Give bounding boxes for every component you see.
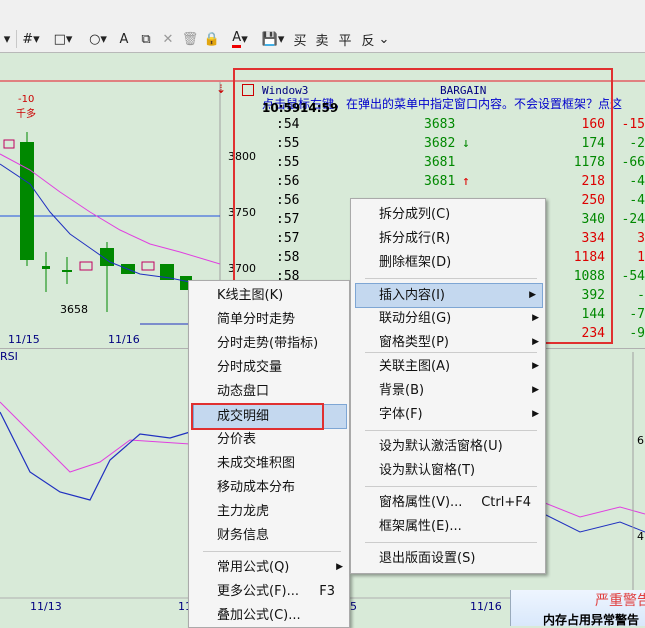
menu-item-price-table[interactable]: 分价表 (189, 428, 349, 451)
menu-item-split-rows[interactable]: 拆分成行(R) (351, 227, 545, 250)
menu-item-link-group[interactable]: 联动分组(G) ▶ (351, 307, 545, 330)
submenu-arrow-icon: ▶ (532, 313, 539, 323)
lock-icon[interactable]: 🔒 (203, 29, 221, 49)
more-icon[interactable]: ⌄ (378, 29, 390, 49)
rsi-axis-label: 4 (637, 530, 644, 543)
menu-item-financial-info[interactable]: 财务信息 (189, 524, 349, 547)
trash-icon[interactable]: 🗑 (181, 29, 199, 49)
menu-separator (365, 352, 537, 353)
menu-item-pane-type[interactable]: 窗格类型(P) ▶ (351, 331, 545, 354)
menu-separator (365, 486, 537, 487)
rsi-axis-label: 6 (637, 434, 644, 447)
menu-item-kline[interactable]: K线主图(K) (189, 284, 349, 307)
delete-icon[interactable]: ✕ (159, 29, 177, 49)
color-icon[interactable]: A ▾ (226, 29, 254, 49)
toolbar: ▾ #▾ □▾ ○▾ A ⧉ ✕ 🗑 🔒 A ▾ 💾▾ 买 卖 平 反 ⌄ (0, 0, 645, 53)
menu-item-frame-properties[interactable]: 框架属性(E)... (351, 515, 545, 538)
submenu-arrow-icon: ▶ (532, 337, 539, 347)
menu-item-pane-properties[interactable]: 窗格属性(V)... Ctrl+F4 (351, 491, 545, 514)
menu-item-main-force[interactable]: 主力龙虎 (189, 500, 349, 523)
menu-item-default-active-pane[interactable]: 设为默认激活窗格(U) (351, 435, 545, 458)
menu-item-delete-frame[interactable]: 删除框架(D) (351, 251, 545, 274)
x-axis-label: 11/15 (8, 333, 40, 346)
menu-item-cost-distribution[interactable]: 移动成本分布 (189, 476, 349, 499)
menu-item-font[interactable]: 字体(F) ▶ (351, 403, 545, 426)
menu-item-insert-content[interactable]: 插入内容(I) ▶ (355, 283, 543, 308)
circle-icon[interactable]: ○▾ (84, 29, 112, 49)
copy-icon[interactable]: ⧉ (137, 29, 155, 49)
submenu-arrow-icon: ▶ (532, 409, 539, 419)
x-axis-label: 11/16 (108, 333, 140, 346)
content-submenu: K线主图(K) 简单分时走势 分时走势(带指标) 分时成交量 动态盘口 成交明细… (188, 280, 350, 628)
submenu-arrow-icon: ▶ (336, 562, 343, 572)
grid-icon[interactable]: #▾ (19, 29, 43, 49)
menu-item-link-main-chart[interactable]: 关联主图(A) ▶ (351, 355, 545, 378)
menu-item-split-columns[interactable]: 拆分成列(C) (351, 203, 545, 226)
toast-message: 内存占用异常警告 (543, 613, 640, 627)
text-icon[interactable]: A (116, 29, 132, 49)
low-price-label: 3658 (60, 303, 88, 316)
sell-button[interactable]: 卖 (313, 29, 331, 49)
menu-separator (365, 278, 537, 279)
menu-item-default-pane[interactable]: 设为默认窗格(T) (351, 459, 545, 482)
menu-item-common-formula[interactable]: 常用公式(Q) ▶ (189, 556, 349, 579)
menu-separator (203, 551, 341, 552)
lower-x-axis-label: 11/16 (470, 600, 502, 613)
rsi-label: RSI (0, 350, 18, 363)
menu-separator (365, 430, 537, 431)
menu-item-simple-timeshare[interactable]: 简单分时走势 (189, 308, 349, 331)
peak-sub-label: 千多 (16, 109, 36, 120)
menu-item-pending-pile[interactable]: 未成交堆积图 (189, 452, 349, 475)
align-icon[interactable]: ▾ (0, 29, 14, 49)
buy-button[interactable]: 买 (291, 29, 309, 49)
menu-item-timeshare-indicator[interactable]: 分时走势(带指标) (189, 332, 349, 355)
peak-label: -10 (18, 94, 35, 105)
menu-item-annotation-box (191, 403, 324, 430)
lower-x-axis-label: 5 (350, 600, 357, 613)
layout-context-menu: 拆分成列(C) 拆分成行(R) 删除框架(D) 插入内容(I) ▶ 联动分组(G)… (350, 198, 546, 574)
menu-item-timeshare-volume[interactable]: 分时成交量 (189, 356, 349, 379)
menu-item-exit-layout[interactable]: 退出版面设置(S) (351, 547, 545, 570)
lower-x-axis-label: 11/13 (30, 600, 62, 613)
menu-item-background[interactable]: 背景(B) ▶ (351, 379, 545, 402)
arrow-down-icon: ⇣ (216, 82, 227, 96)
menu-item-overlay-formula[interactable]: 叠加公式(C)... (189, 604, 349, 627)
reverse-button[interactable]: 反 (359, 29, 377, 49)
menu-item-more-formula[interactable]: 更多公式(F)... F3 (189, 580, 349, 603)
menu-separator (365, 542, 537, 543)
toast-title: 严重警告 (595, 593, 645, 609)
submenu-arrow-icon: ▶ (532, 385, 539, 395)
save-icon[interactable]: 💾▾ (259, 29, 287, 49)
menu-item-dynamic-quote[interactable]: 动态盘口 (189, 380, 349, 403)
warning-toast[interactable]: 严重警告 内存占用异常警告 (510, 590, 645, 627)
submenu-arrow-icon: ▶ (529, 290, 536, 300)
close-position-button[interactable]: 平 (336, 29, 354, 49)
submenu-arrow-icon: ▶ (532, 361, 539, 371)
rect-icon[interactable]: □▾ (49, 29, 77, 49)
